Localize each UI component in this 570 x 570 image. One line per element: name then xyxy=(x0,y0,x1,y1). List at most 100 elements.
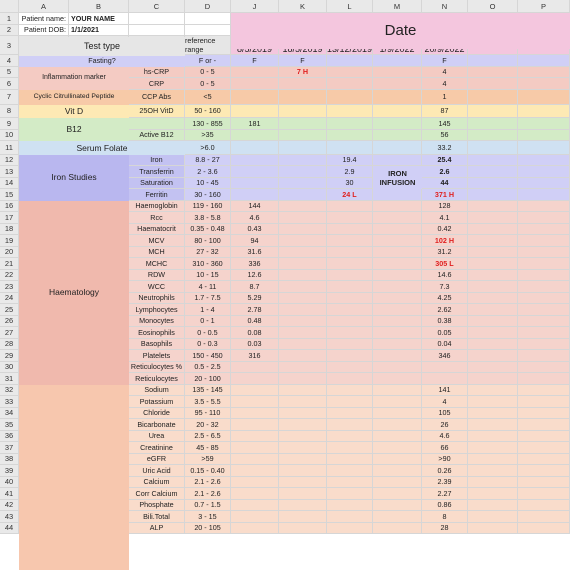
test-name[interactable]: Monocytes xyxy=(129,315,185,327)
result-value[interactable] xyxy=(327,442,373,454)
result-value[interactable] xyxy=(327,453,373,465)
reference-range[interactable]: 0.15 - 0.40 xyxy=(185,465,231,477)
result-value[interactable] xyxy=(327,258,373,270)
reference-range[interactable]: 4 - 11 xyxy=(185,281,231,293)
cell-C[interactable] xyxy=(129,13,185,25)
result-value[interactable]: 8.7 xyxy=(231,281,279,293)
row-number[interactable]: 2 xyxy=(0,24,19,36)
reference-range[interactable]: 119 - 160 xyxy=(185,200,231,212)
test-name[interactable]: Uric Acid xyxy=(129,465,185,477)
result-value[interactable] xyxy=(279,315,327,327)
test-name[interactable]: Eosinophils xyxy=(129,327,185,339)
result-value[interactable]: 144 xyxy=(231,200,279,212)
fasting-value[interactable]: F xyxy=(279,55,327,67)
reference-range[interactable]: 10 - 45 xyxy=(185,177,231,189)
result-value[interactable] xyxy=(279,304,327,316)
result-value[interactable] xyxy=(327,292,373,304)
cell-O[interactable] xyxy=(468,373,518,385)
result-value[interactable] xyxy=(279,384,327,396)
cell-O[interactable] xyxy=(468,141,518,155)
test-name[interactable]: 25OH VitD xyxy=(129,104,185,118)
result-value[interactable] xyxy=(279,89,327,105)
result-value[interactable]: 28 xyxy=(422,522,468,534)
result-value[interactable] xyxy=(279,476,327,488)
result-value[interactable] xyxy=(279,396,327,408)
select-all-corner[interactable] xyxy=(0,0,19,13)
result-value[interactable] xyxy=(327,223,373,235)
row-number[interactable]: 5 xyxy=(0,66,19,78)
result-value[interactable] xyxy=(231,430,279,442)
test-name[interactable]: WCC xyxy=(129,281,185,293)
test-name[interactable]: Chloride xyxy=(129,407,185,419)
result-value[interactable] xyxy=(279,141,327,155)
column-header-N[interactable]: N xyxy=(422,0,468,13)
result-value[interactable] xyxy=(279,78,327,90)
row-number[interactable]: 40 xyxy=(0,476,19,488)
row-number[interactable]: 9 xyxy=(0,118,19,130)
result-value[interactable]: 5.29 xyxy=(231,292,279,304)
result-value[interactable] xyxy=(279,154,327,166)
test-name[interactable]: Neutrophils xyxy=(129,292,185,304)
row-number[interactable]: 18 xyxy=(0,223,19,235)
reference-range[interactable]: 45 - 85 xyxy=(185,442,231,454)
result-value[interactable]: 56 xyxy=(422,129,468,141)
result-value[interactable] xyxy=(327,430,373,442)
row-number[interactable]: 31 xyxy=(0,373,19,385)
row-number[interactable]: 43 xyxy=(0,511,19,523)
result-value[interactable]: 7.3 xyxy=(422,281,468,293)
reference-range[interactable]: 27 - 32 xyxy=(185,246,231,258)
cell-O[interactable] xyxy=(468,488,518,500)
reference-range[interactable]: 150 - 450 xyxy=(185,350,231,362)
cell-O[interactable] xyxy=(468,315,518,327)
cell-O[interactable] xyxy=(468,522,518,534)
result-value[interactable]: >90 xyxy=(422,453,468,465)
result-value[interactable]: 0.86 xyxy=(422,499,468,511)
test-name[interactable]: Haemoglobin xyxy=(129,200,185,212)
test-name[interactable]: Creatinine xyxy=(129,442,185,454)
test-name[interactable]: Potassium xyxy=(129,396,185,408)
result-value[interactable]: 4.1 xyxy=(422,212,468,224)
reference-range[interactable]: 3 - 15 xyxy=(185,511,231,523)
result-value[interactable] xyxy=(231,453,279,465)
result-value[interactable] xyxy=(279,499,327,511)
result-value[interactable] xyxy=(279,129,327,141)
result-value[interactable] xyxy=(279,235,327,247)
result-value[interactable] xyxy=(373,141,422,155)
cell-O[interactable] xyxy=(468,350,518,362)
cell-O[interactable] xyxy=(468,118,518,130)
cell-O[interactable] xyxy=(468,189,518,201)
result-value[interactable] xyxy=(327,396,373,408)
result-value[interactable]: 33.2 xyxy=(422,141,468,155)
row-number[interactable]: 4 xyxy=(0,55,19,67)
cell-P[interactable] xyxy=(518,66,570,78)
row-number[interactable]: 44 xyxy=(0,522,19,534)
result-value[interactable] xyxy=(327,384,373,396)
cell-C[interactable] xyxy=(129,24,185,36)
result-value[interactable]: 1 xyxy=(422,89,468,105)
result-value[interactable] xyxy=(327,488,373,500)
reference-range[interactable]: 95 - 110 xyxy=(185,407,231,419)
cell-P[interactable] xyxy=(518,89,570,105)
reference-range[interactable]: 20 - 100 xyxy=(185,373,231,385)
test-name[interactable]: eGFR xyxy=(129,453,185,465)
cell-O[interactable] xyxy=(468,104,518,118)
result-value[interactable] xyxy=(279,223,327,235)
row-number[interactable]: 39 xyxy=(0,465,19,477)
cell-O[interactable] xyxy=(468,430,518,442)
column-header-P[interactable]: P xyxy=(518,0,570,13)
row-number[interactable]: 21 xyxy=(0,258,19,270)
test-name[interactable]: Rcc xyxy=(129,212,185,224)
result-value[interactable] xyxy=(279,419,327,431)
result-value[interactable]: 0.03 xyxy=(231,338,279,350)
result-value[interactable]: 4 xyxy=(422,66,468,78)
result-value[interactable] xyxy=(327,200,373,212)
row-number[interactable]: 11 xyxy=(0,141,19,155)
reference-range[interactable]: 0.35 - 0.48 xyxy=(185,223,231,235)
row-number[interactable]: 15 xyxy=(0,189,19,201)
column-header-M[interactable]: M xyxy=(373,0,422,13)
result-value[interactable]: 181 xyxy=(231,118,279,130)
result-value[interactable] xyxy=(327,78,373,90)
result-value[interactable] xyxy=(373,488,422,500)
result-value[interactable] xyxy=(327,350,373,362)
result-value[interactable] xyxy=(279,488,327,500)
